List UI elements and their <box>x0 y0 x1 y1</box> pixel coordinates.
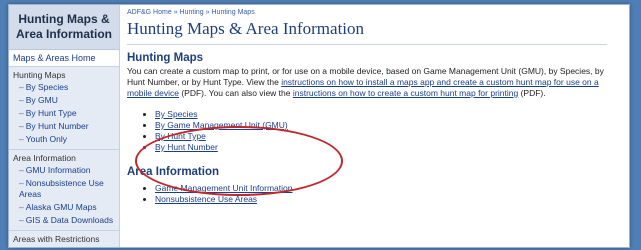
sidebar: Hunting Maps & Area Information Maps & A… <box>9 5 120 247</box>
sidebar-item-youth-only[interactable]: – Youth Only <box>9 133 119 146</box>
highlight-oval-annotation <box>135 126 343 196</box>
breadcrumb-separator: » <box>173 9 178 16</box>
page-title: Hunting Maps & Area Information <box>127 19 607 45</box>
sidebar-item-by-species[interactable]: – By Species <box>9 81 119 94</box>
sidebar-item-alaska-gmu-maps[interactable]: – Alaska GMU Maps <box>9 201 119 214</box>
sidebar-home-link[interactable]: Maps & Areas Home <box>9 50 119 67</box>
hunting-maps-heading: Hunting Maps <box>127 52 204 64</box>
page-frame: Hunting Maps & Area Information Maps & A… <box>8 4 630 248</box>
sidebar-item-by-gmu[interactable]: – By GMU <box>9 94 119 107</box>
breadcrumb-item-home[interactable]: ADF&G Home <box>127 9 172 16</box>
breadcrumb: ADF&G Home » Hunting » Hunting Maps <box>127 9 629 16</box>
hunting-maps-intro: You can create a custom map to print, or… <box>127 66 604 98</box>
sidebar-item-by-hunt-number[interactable]: – By Hunt Number <box>9 120 119 133</box>
sidebar-title: Hunting Maps & Area Information <box>9 5 119 50</box>
sidebar-item-by-hunt-type[interactable]: – By Hunt Type <box>9 107 119 120</box>
sidebar-group-area-information: Area Information <box>13 153 76 163</box>
breadcrumb-item-hunting-maps[interactable]: Hunting Maps <box>212 9 255 16</box>
main-content: ADF&G Home » Hunting » Hunting Maps Hunt… <box>127 5 629 247</box>
sidebar-item-nonsubsistence-use-areas[interactable]: – Nonsubsistence Use Areas <box>9 177 119 201</box>
print-map-instructions-link[interactable]: instructions on how to create a custom h… <box>293 88 518 98</box>
sidebar-group-areas-with-restrictions[interactable]: Areas with Restrictions <box>9 231 119 245</box>
breadcrumb-separator: » <box>205 9 210 16</box>
sidebar-item-gmu-information[interactable]: – GMU Information <box>9 164 119 177</box>
sidebar-item-gis-data-downloads[interactable]: – GIS & Data Downloads <box>9 214 119 227</box>
by-species-link[interactable]: By Species <box>155 109 198 119</box>
breadcrumb-item-hunting[interactable]: Hunting <box>180 9 204 16</box>
list-item: By Species <box>155 109 629 120</box>
sidebar-group-hunting-maps: Hunting Maps <box>13 70 66 80</box>
